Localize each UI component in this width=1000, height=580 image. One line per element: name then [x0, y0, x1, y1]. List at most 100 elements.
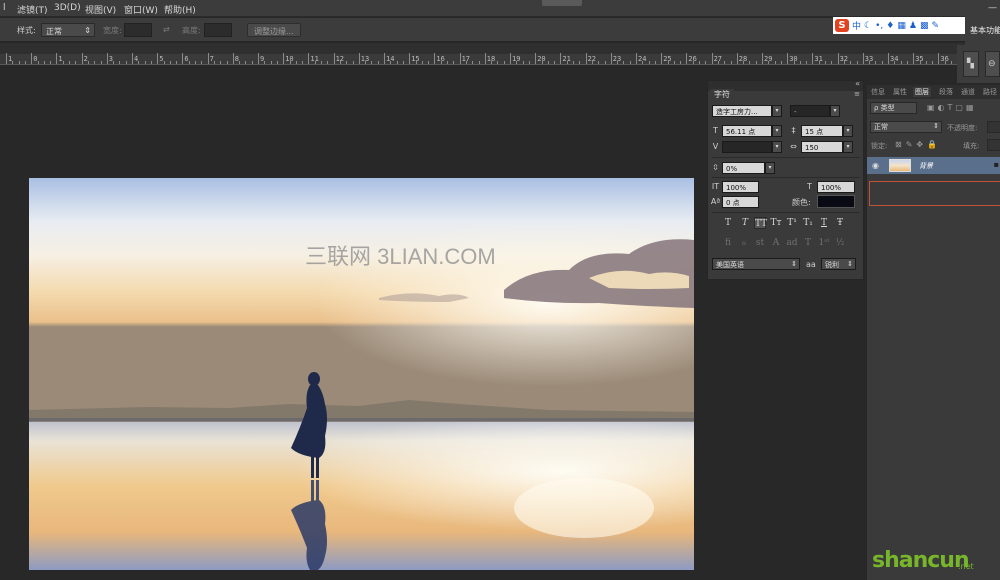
skin-icon[interactable]: ▩	[920, 21, 929, 31]
color-swatch[interactable]	[817, 195, 855, 208]
all-caps-button[interactable]: TT	[754, 217, 767, 229]
ime-mode-toggle[interactable]: 中	[852, 19, 861, 32]
refine-edge-button[interactable]: 调整边缘...	[247, 23, 301, 37]
titling-alternates-button[interactable]: T	[802, 237, 814, 249]
scale-field[interactable]: 0%	[722, 162, 765, 174]
user-icon[interactable]: ♟	[909, 21, 917, 31]
font-size-field[interactable]: 56.11 点	[722, 125, 772, 137]
keyboard-icon[interactable]: ▦	[897, 21, 906, 31]
ruler-tick	[894, 61, 896, 64]
ruler-tick	[409, 53, 411, 64]
document-title-tab[interactable]	[542, 0, 582, 6]
vertical-scale-field[interactable]: 100%	[722, 181, 759, 193]
tab-info[interactable]: 信息	[871, 87, 885, 97]
leading-field[interactable]: 15 点	[801, 125, 843, 137]
lock-icons[interactable]: ⊠✎✥🔒	[895, 140, 941, 149]
minimize-icon[interactable]: —	[988, 3, 997, 13]
small-caps-button[interactable]: Tт	[770, 217, 782, 229]
microphone-icon[interactable]: ♦	[886, 21, 894, 31]
ruler-tick	[850, 61, 852, 64]
stylistic-alternates-button[interactable]: ad	[786, 237, 798, 249]
menu-item-help[interactable]: 帮助(H)	[164, 3, 196, 16]
layer-filter-value: ρ 类型	[874, 104, 895, 112]
discretionary-ligatures-button[interactable]: st	[754, 237, 766, 249]
swap-icon[interactable]: ⇄	[163, 25, 170, 34]
ruler-tick	[453, 61, 455, 64]
menu-item-view[interactable]: 视图(V)	[85, 3, 116, 16]
language-select[interactable]: 美国英语 ⇕	[712, 258, 800, 270]
menu-item-3d[interactable]: 3D(D)	[54, 3, 81, 13]
photo-canvas[interactable]: 三联网 3LIAN.COM	[29, 178, 694, 570]
history-panel-button[interactable]: ▚	[963, 51, 979, 77]
ruler-tick	[837, 53, 839, 64]
fractions-button[interactable]: ½	[834, 237, 846, 249]
collapse-icon[interactable]: «	[855, 79, 860, 88]
tab-properties[interactable]: 属性	[893, 87, 907, 97]
tab-channels[interactable]: 通道	[961, 87, 975, 97]
scale-dropdown[interactable]: ▾	[765, 162, 775, 174]
panel-menu-icon[interactable]: ≡	[854, 90, 860, 98]
tab-paths[interactable]: 路径	[983, 87, 997, 97]
height-field[interactable]	[204, 23, 232, 37]
kerning-field[interactable]	[722, 141, 772, 153]
font-size-dropdown[interactable]: ▾	[772, 125, 782, 137]
baseline-shift-field[interactable]: 0 点	[722, 196, 759, 208]
font-style-dropdown[interactable]: ▾	[830, 105, 840, 117]
horizontal-scale-field[interactable]: 100%	[817, 181, 855, 193]
properties-panel-button[interactable]: ⊖	[985, 51, 1000, 77]
ruler-tick	[736, 53, 738, 64]
tracking-dropdown[interactable]: ▾	[843, 141, 853, 153]
tab-layers[interactable]: 图层	[913, 87, 931, 97]
subscript-button[interactable]: T₁	[802, 217, 814, 229]
eye-icon[interactable]: ◉	[872, 161, 879, 170]
ruler-tick	[308, 53, 310, 64]
antialias-select[interactable]: 锐利 ⇕	[821, 258, 856, 270]
font-family-dropdown[interactable]: ▾	[772, 105, 782, 117]
width-field[interactable]	[124, 23, 152, 37]
font-family-field[interactable]: 造字工房力...	[712, 105, 772, 117]
punctuation-icon[interactable]: •,	[875, 21, 883, 31]
font-style-field[interactable]: -	[790, 105, 830, 117]
strikethrough-button[interactable]: Ŧ	[834, 217, 846, 229]
tab-paragraph[interactable]: 段落	[939, 87, 953, 97]
fill-field[interactable]	[987, 139, 1000, 151]
ruler-tick	[541, 61, 543, 64]
underline-button[interactable]: T	[818, 217, 830, 229]
swash-button[interactable]: A	[770, 237, 782, 249]
ruler-tick	[636, 53, 637, 64]
ruler-tick	[724, 61, 726, 64]
old-style-button[interactable]: ℴ	[738, 237, 750, 249]
ruler-tick	[699, 61, 700, 64]
filter-icons[interactable]: ▣◐T▢▦	[927, 103, 977, 112]
ordinals-button[interactable]: 1ˢᵗ	[818, 237, 830, 249]
tracking-field[interactable]: 150	[801, 141, 843, 153]
menu-item-filter[interactable]: 滤镜(T)	[17, 3, 48, 16]
ruler-tick	[415, 61, 417, 64]
ruler-tick	[717, 61, 719, 64]
blend-mode-select[interactable]: 正常 ⇕	[870, 121, 942, 133]
superscript-button[interactable]: T¹	[786, 217, 798, 229]
style-select[interactable]: 正常 ⇕	[41, 23, 95, 37]
wrench-icon[interactable]: ✎	[931, 21, 939, 31]
layer-filter-select[interactable]: ρ 类型	[870, 102, 917, 114]
divider	[712, 177, 860, 178]
ruler-tick	[806, 61, 808, 64]
faux-bold-button[interactable]: T	[722, 217, 734, 229]
ruler-tick	[749, 61, 751, 64]
menu-item-window[interactable]: 窗口(W)	[124, 3, 158, 16]
moon-icon[interactable]: ☾	[864, 21, 872, 31]
layer-row-background[interactable]: ◉ 背景 ▪	[867, 157, 1000, 174]
workspace-switcher[interactable]: — 基本功能	[965, 0, 1000, 45]
kerning-dropdown[interactable]: ▾	[772, 141, 782, 153]
faux-italic-button[interactable]: T	[739, 217, 751, 229]
menu-item-partial[interactable]: l	[3, 3, 6, 13]
leading-dropdown[interactable]: ▾	[843, 125, 853, 137]
ligatures-button[interactable]: fi	[722, 237, 734, 249]
opacity-field[interactable]	[987, 121, 1000, 133]
fill-label: 填充:	[963, 142, 980, 150]
watermark-suffix: .net	[958, 562, 974, 571]
ruler-tick	[831, 61, 833, 64]
sogou-logo[interactable]: S	[835, 19, 849, 32]
width-label: 宽度:	[103, 26, 122, 35]
tab-character[interactable]: 字符	[710, 89, 734, 100]
